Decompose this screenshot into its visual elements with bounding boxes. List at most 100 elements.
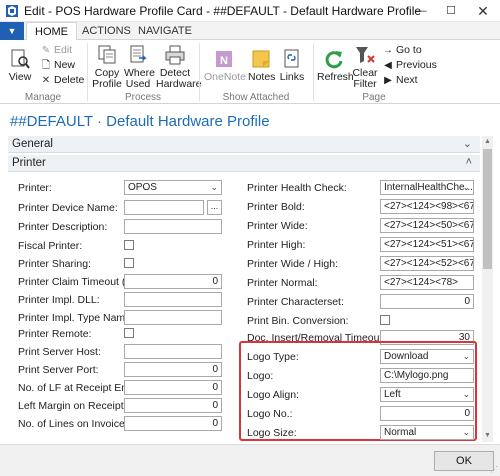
edit-button[interactable]: ✎ Edit [40,44,72,57]
printer-health-check-value: InternalHealthChe... [384,182,473,193]
next-button[interactable]: ▶ Next [382,74,418,87]
printer-sharing-label: Printer Sharing: [18,258,91,270]
logo-no-field[interactable]: 0 [380,406,474,421]
notes-label: Notes [248,71,276,83]
printer-characterset-field[interactable]: 0 [380,294,474,309]
goto-button[interactable]: → Go to [382,44,422,57]
notes-icon [252,50,270,68]
pencil-icon: ✎ [41,45,51,56]
refresh-icon [325,51,343,69]
onenote-button[interactable]: N OneNote [204,48,246,83]
printer-impl-dll-field[interactable] [124,292,222,307]
logo-size-value: Normal [384,427,417,438]
printer-wide-high-field[interactable]: <27><124><52><67> [380,256,474,271]
fiscal-printer-label: Fiscal Printer: [18,240,83,252]
links-label: Links [279,71,305,83]
logo-size-label: Logo Size: [247,427,297,439]
print-bin-conversion-checkbox[interactable] [380,315,390,325]
printer-device-name-label: Printer Device Name: [18,202,118,214]
printer-description-label: Printer Description: [18,221,108,233]
copy-icon [98,45,116,64]
fasttab-general-label: General [12,138,53,150]
print-server-port-field[interactable]: 0 [124,362,222,377]
delete-button[interactable]: ✕ Delete [40,74,85,87]
maximize-button[interactable]: ☐ [436,1,466,21]
printer-bold-field[interactable]: <27><124><98><67> [380,199,474,214]
minimize-button[interactable]: — [406,1,436,21]
group-label-process: Process [124,92,162,103]
printer-claim-timeout-field[interactable]: 0 [124,274,222,289]
view-button[interactable]: View [6,48,34,83]
refresh-button[interactable]: Refresh [317,48,354,83]
scroll-up-icon[interactable]: ▲ [482,136,493,148]
fasttab-general[interactable]: General ⌄ [8,136,480,153]
logo-field[interactable]: C:\Mylogo.png [380,368,474,383]
printer-normal-field[interactable]: <27><124><78> [380,275,474,290]
detect-hardware-button[interactable]: Detect Hardware [156,44,202,90]
next-label: Next [396,74,418,86]
where-used-button[interactable]: Where Used [124,44,155,90]
logo-size-select[interactable]: Normal ⌄ [380,425,474,440]
logo-label: Logo: [247,370,274,382]
copy-profile-button[interactable]: Copy Profile [92,44,122,90]
logo-type-select[interactable]: Download ⌄ [380,349,474,364]
app-icon [6,5,18,17]
fasttab-printer[interactable]: Printer ˄ [8,155,480,172]
printer-high-field[interactable]: <27><124><51><67> [380,237,474,252]
app-menu-button[interactable]: ▼ [0,22,24,40]
logo-align-select[interactable]: Left ⌄ [380,387,474,402]
print-server-host-field[interactable] [124,344,222,359]
left-margin-on-receipt-label: Left Margin on Receipt: [18,400,127,412]
dialog-footer: OK ⋰ [0,444,500,476]
printer-health-check-select[interactable]: InternalHealthChe... ⌄ [380,180,474,195]
group-label-show-attached: Show Attached [222,92,290,103]
arrow-right-icon: → [383,45,393,56]
printer-sharing-checkbox[interactable] [124,258,134,268]
fiscal-printer-checkbox[interactable] [124,240,134,250]
window-title: Edit - POS Hardware Profile Card - ##DEF… [24,4,422,18]
new-button[interactable]: 🗋 New [40,59,75,72]
vertical-scrollbar[interactable]: ▲ ▼ [482,136,493,442]
lf-at-receipt-end-field[interactable]: 0 [124,380,222,395]
triangle-right-icon: ▶ [384,75,392,86]
clear-filter-button[interactable]: Clear Filter [352,44,378,90]
logo-align-label: Logo Align: [247,389,299,401]
lines-on-invoice-field[interactable]: 0 [124,416,222,431]
printer-wide-label: Printer Wide: [247,220,308,232]
left-margin-on-receipt-field[interactable]: 0 [124,398,222,413]
where-used-label-2: Used [125,78,151,90]
printer-device-name-field[interactable] [124,200,204,215]
resize-grip-icon[interactable]: ⋰ [490,465,498,474]
delete-icon: ✕ [41,75,51,86]
printer-description-field[interactable] [124,219,222,234]
ok-button[interactable]: OK [434,451,494,471]
notes-button[interactable]: Notes [248,48,276,83]
tab-home[interactable]: HOME [26,22,77,41]
printer-high-label: Printer High: [247,239,306,251]
printer-value: OPOS [128,182,157,193]
previous-button[interactable]: ◀ Previous [382,59,437,72]
refresh-label: Refresh [317,71,354,83]
ribbon-tabs: ▼ HOME ACTIONS NAVIGATE [0,22,500,41]
close-button[interactable]: ✕ [468,1,498,21]
print-bin-conversion-label: Print Bin. Conversion: [247,315,349,327]
scrollbar-thumb[interactable] [483,149,492,269]
printer-wide-field[interactable]: <27><124><50><67> [380,218,474,233]
delete-label: Delete [54,74,85,86]
view-label: View [8,71,32,83]
links-button[interactable]: Links [279,48,305,83]
where-used-icon [130,45,147,63]
chevron-down-icon: ⌄ [462,138,472,150]
printer-remote-checkbox[interactable] [124,328,134,338]
tab-navigate[interactable]: NAVIGATE [130,22,200,40]
ribbon: View ✎ Edit 🗋 New ✕ Delete Manage Copy Prof… [0,40,500,104]
chevron-down-icon: ⌄ [462,351,470,361]
svg-text:N: N [220,55,228,67]
printer-impl-type-name-field[interactable] [124,310,222,325]
clear-filter-icon [356,47,375,63]
scroll-down-icon[interactable]: ▼ [482,430,493,442]
card-content: ##DEFAULT · Default Hardware Profile Gen… [0,105,500,444]
view-icon [11,49,30,69]
assist-edit-button[interactable]: ... [207,200,222,215]
printer-select[interactable]: OPOS ⌄ [124,180,222,195]
